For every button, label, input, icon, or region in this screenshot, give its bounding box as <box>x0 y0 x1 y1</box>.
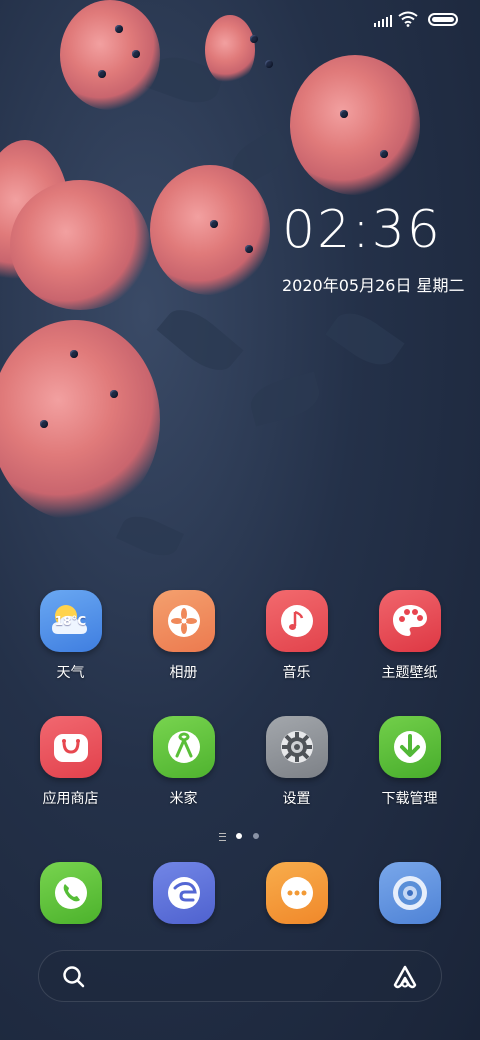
gear-icon <box>265 716 328 778</box>
search-icon[interactable] <box>61 964 87 990</box>
app-label: 设置 <box>282 791 311 807</box>
app-music[interactable]: 音乐 <box>240 590 353 682</box>
camera-lens-icon <box>378 862 441 924</box>
home-menu-icon[interactable] <box>219 833 226 841</box>
page-indicator[interactable] <box>0 831 480 841</box>
shopping-bag-icon <box>39 716 102 778</box>
download-arrow-icon <box>378 716 441 778</box>
app-label: 应用商店 <box>42 791 99 807</box>
app-gallery[interactable]: 相册 <box>127 590 240 682</box>
app-label: 下载管理 <box>381 791 438 807</box>
mijia-ribbon-icon <box>152 716 215 778</box>
dock-phone[interactable] <box>14 862 127 924</box>
app-mijia[interactable]: 米家 <box>127 716 240 808</box>
search-bar[interactable] <box>38 950 442 1002</box>
status-bar <box>0 0 480 40</box>
app-app-store[interactable]: 应用商店 <box>14 716 127 808</box>
app-themes[interactable]: 主题壁纸 <box>353 590 466 682</box>
app-label: 主题壁纸 <box>381 665 438 681</box>
music-note-icon <box>265 590 328 652</box>
wifi-icon <box>398 11 418 27</box>
app-settings[interactable]: 设置 <box>240 716 353 808</box>
messages-icon <box>265 862 328 924</box>
signal-bars-icon <box>374 13 392 27</box>
app-label: 相册 <box>169 665 198 681</box>
app-weather[interactable]: 18°C 天气 <box>14 590 127 682</box>
palette-icon <box>378 590 441 652</box>
page-dot-active <box>236 833 242 839</box>
clock-time[interactable]: 02:36 <box>282 200 442 260</box>
gallery-flower-icon <box>152 590 215 652</box>
phone-icon <box>39 862 102 924</box>
clock-date: 2020年05月26日 星期二 <box>282 276 465 295</box>
app-downloads[interactable]: 下载管理 <box>353 716 466 808</box>
app-label: 米家 <box>169 791 198 807</box>
app-label: 天气 <box>56 665 85 681</box>
weather-temperature: 18°C <box>54 614 87 628</box>
dock-browser[interactable] <box>127 862 240 924</box>
browser-icon <box>152 862 215 924</box>
weather-sun-cloud-icon: 18°C <box>39 590 102 652</box>
dock-camera[interactable] <box>353 862 466 924</box>
assistant-icon[interactable] <box>391 963 419 991</box>
page-dot-inactive <box>253 833 259 839</box>
dock-messages[interactable] <box>240 862 353 924</box>
app-label: 音乐 <box>282 665 311 681</box>
battery-icon <box>428 13 458 26</box>
